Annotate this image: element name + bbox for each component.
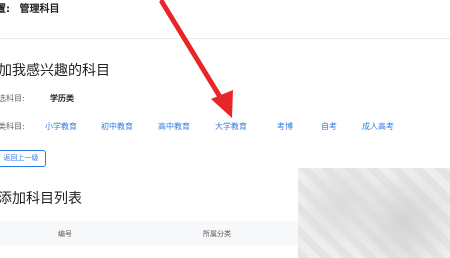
annotation-arrow-icon <box>159 0 233 118</box>
